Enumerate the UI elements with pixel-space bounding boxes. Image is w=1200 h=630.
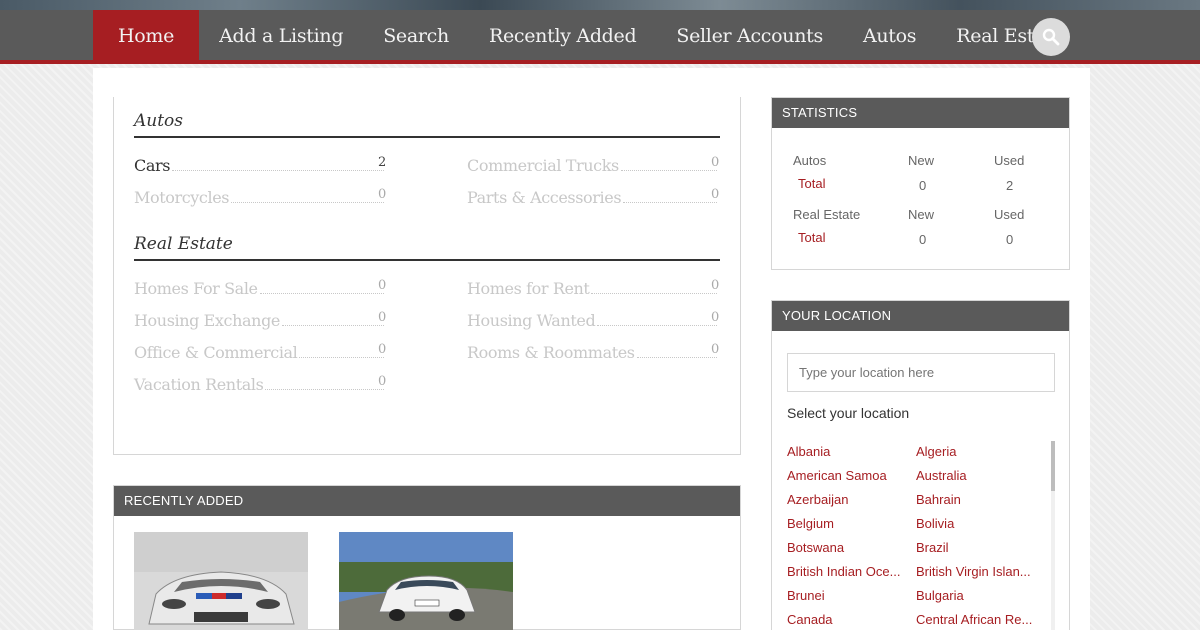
recently-added-panel: RECENTLY ADDED [113,485,741,630]
category-count: 0 [378,278,386,293]
stat-used-value: 0 [1006,232,1014,247]
main-navbar: Home Add a Listing Search Recently Added… [0,10,1200,64]
country-link[interactable]: Bahrain [916,492,1034,507]
country-link[interactable]: Albania [787,444,905,459]
category-count: 0 [711,278,719,293]
header-banner-image [0,0,1200,10]
category-item[interactable]: Housing Exchange 0 [134,310,386,330]
category-heading-real-estate: Real Estate [134,234,720,261]
nav-menu: Home Add a Listing Search Recently Added… [93,10,1083,64]
stat-used-label: Used [994,153,1025,168]
category-item[interactable]: Commercial Trucks 0 [467,155,719,175]
country-link[interactable]: Bolivia [916,516,1034,531]
stat-total-link[interactable]: Total [798,176,825,191]
nav-add-listing[interactable]: Add a Listing [199,10,363,64]
country-link[interactable]: American Samoa [787,468,905,483]
category-name[interactable]: Cars [134,156,170,175]
nav-recently-added[interactable]: Recently Added [469,10,656,64]
stat-total-link[interactable]: Total [798,230,825,245]
category-name[interactable]: Housing Exchange [134,311,280,330]
country-link[interactable]: British Indian Oce... [787,564,905,579]
country-link[interactable]: Central African Re... [916,612,1034,627]
category-count: 0 [711,155,719,170]
category-count: 0 [711,342,719,357]
stat-used-label: Used [994,207,1025,222]
stat-new-label: New [908,153,935,168]
category-name[interactable]: Homes For Sale [134,279,258,298]
country-link[interactable]: Azerbaijan [787,492,905,507]
nav-seller-accounts[interactable]: Seller Accounts [656,10,843,64]
country-list-scroll-thumb[interactable] [1051,441,1055,491]
category-count: 0 [378,310,386,325]
category-item[interactable]: Office & Commercial 0 [134,342,386,362]
categories-panel: Autos Cars 2 Commercial Trucks 0 Motorcy… [113,97,741,455]
statistics-title: STATISTICS [772,98,1069,128]
search-button[interactable] [1032,18,1070,56]
stat-new-value: 0 [919,232,927,247]
category-name[interactable]: Parts & Accessories [467,188,622,207]
category-count: 0 [711,310,719,325]
nav-home[interactable]: Home [93,10,200,64]
country-link[interactable]: Belgium [787,516,905,531]
stat-category-label: Real Estate [793,207,861,222]
category-name[interactable]: Rooms & Roommates [467,343,635,362]
location-title: YOUR LOCATION [772,301,1069,331]
stat-category-label: Autos [793,153,827,168]
country-link[interactable]: Botswana [787,540,905,555]
stat-used-value: 2 [1006,178,1014,193]
category-name[interactable]: Motorcycles [134,188,229,207]
statistics-panel: STATISTICS Autos New Used Total 0 2 Real… [771,97,1070,270]
select-location-label: Select your location [787,405,910,421]
listing-thumbnail-car-2[interactable] [339,532,513,630]
category-name[interactable]: Vacation Rentals [134,375,264,394]
country-link[interactable]: Algeria [916,444,1034,459]
category-count: 0 [711,187,719,202]
category-count: 0 [378,342,386,357]
category-item[interactable]: Cars 2 [134,155,386,175]
category-name[interactable]: Homes for Rent [467,279,590,298]
nav-autos[interactable]: Autos [843,10,936,64]
category-name[interactable]: Commercial Trucks [467,156,619,175]
location-panel: YOUR LOCATION Select your location Alban… [771,300,1070,630]
category-item[interactable]: Homes For Sale 0 [134,278,386,298]
listing-thumbnail-car-1[interactable] [134,532,308,630]
country-link[interactable]: Brazil [916,540,1034,555]
recently-added-title: RECENTLY ADDED [114,486,740,516]
search-icon [1042,28,1060,46]
category-item[interactable]: Vacation Rentals 0 [134,374,386,394]
category-name[interactable]: Housing Wanted [467,311,596,330]
country-link[interactable]: Australia [916,468,1034,483]
country-link[interactable]: Canada [787,612,905,627]
category-count: 0 [378,374,386,389]
stat-new-value: 0 [919,178,927,193]
category-item[interactable]: Homes for Rent 0 [467,278,719,298]
country-link[interactable]: Brunei [787,588,905,603]
country-link[interactable]: British Virgin Islan... [916,564,1034,579]
category-item[interactable]: Housing Wanted 0 [467,310,719,330]
stat-new-label: New [908,207,935,222]
category-count: 0 [378,187,386,202]
category-name[interactable]: Office & Commercial [134,343,298,362]
location-search-input[interactable] [787,353,1055,392]
category-item[interactable]: Rooms & Roommates 0 [467,342,719,362]
nav-search[interactable]: Search [363,10,469,64]
category-count: 2 [378,155,386,170]
country-link[interactable]: Bulgaria [916,588,1034,603]
category-heading-autos: Autos [134,111,720,138]
category-item[interactable]: Motorcycles 0 [134,187,386,207]
category-item[interactable]: Parts & Accessories 0 [467,187,719,207]
